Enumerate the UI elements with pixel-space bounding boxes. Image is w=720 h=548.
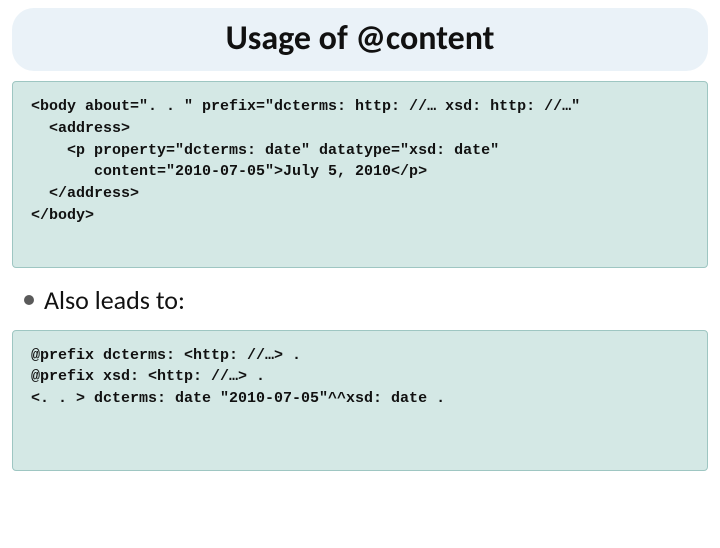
bullet-icon bbox=[24, 295, 34, 305]
title-container: Usage of @content bbox=[12, 8, 708, 71]
code-block-html: <body about=". . " prefix="dcterms: http… bbox=[12, 81, 708, 268]
bullet-row: Also leads to: bbox=[24, 284, 708, 316]
code-block-turtle: @prefix dcterms: <http: //…> . @prefix x… bbox=[12, 330, 708, 471]
bullet-text: Also leads to: bbox=[44, 284, 185, 316]
slide-title: Usage of @content bbox=[12, 18, 708, 59]
